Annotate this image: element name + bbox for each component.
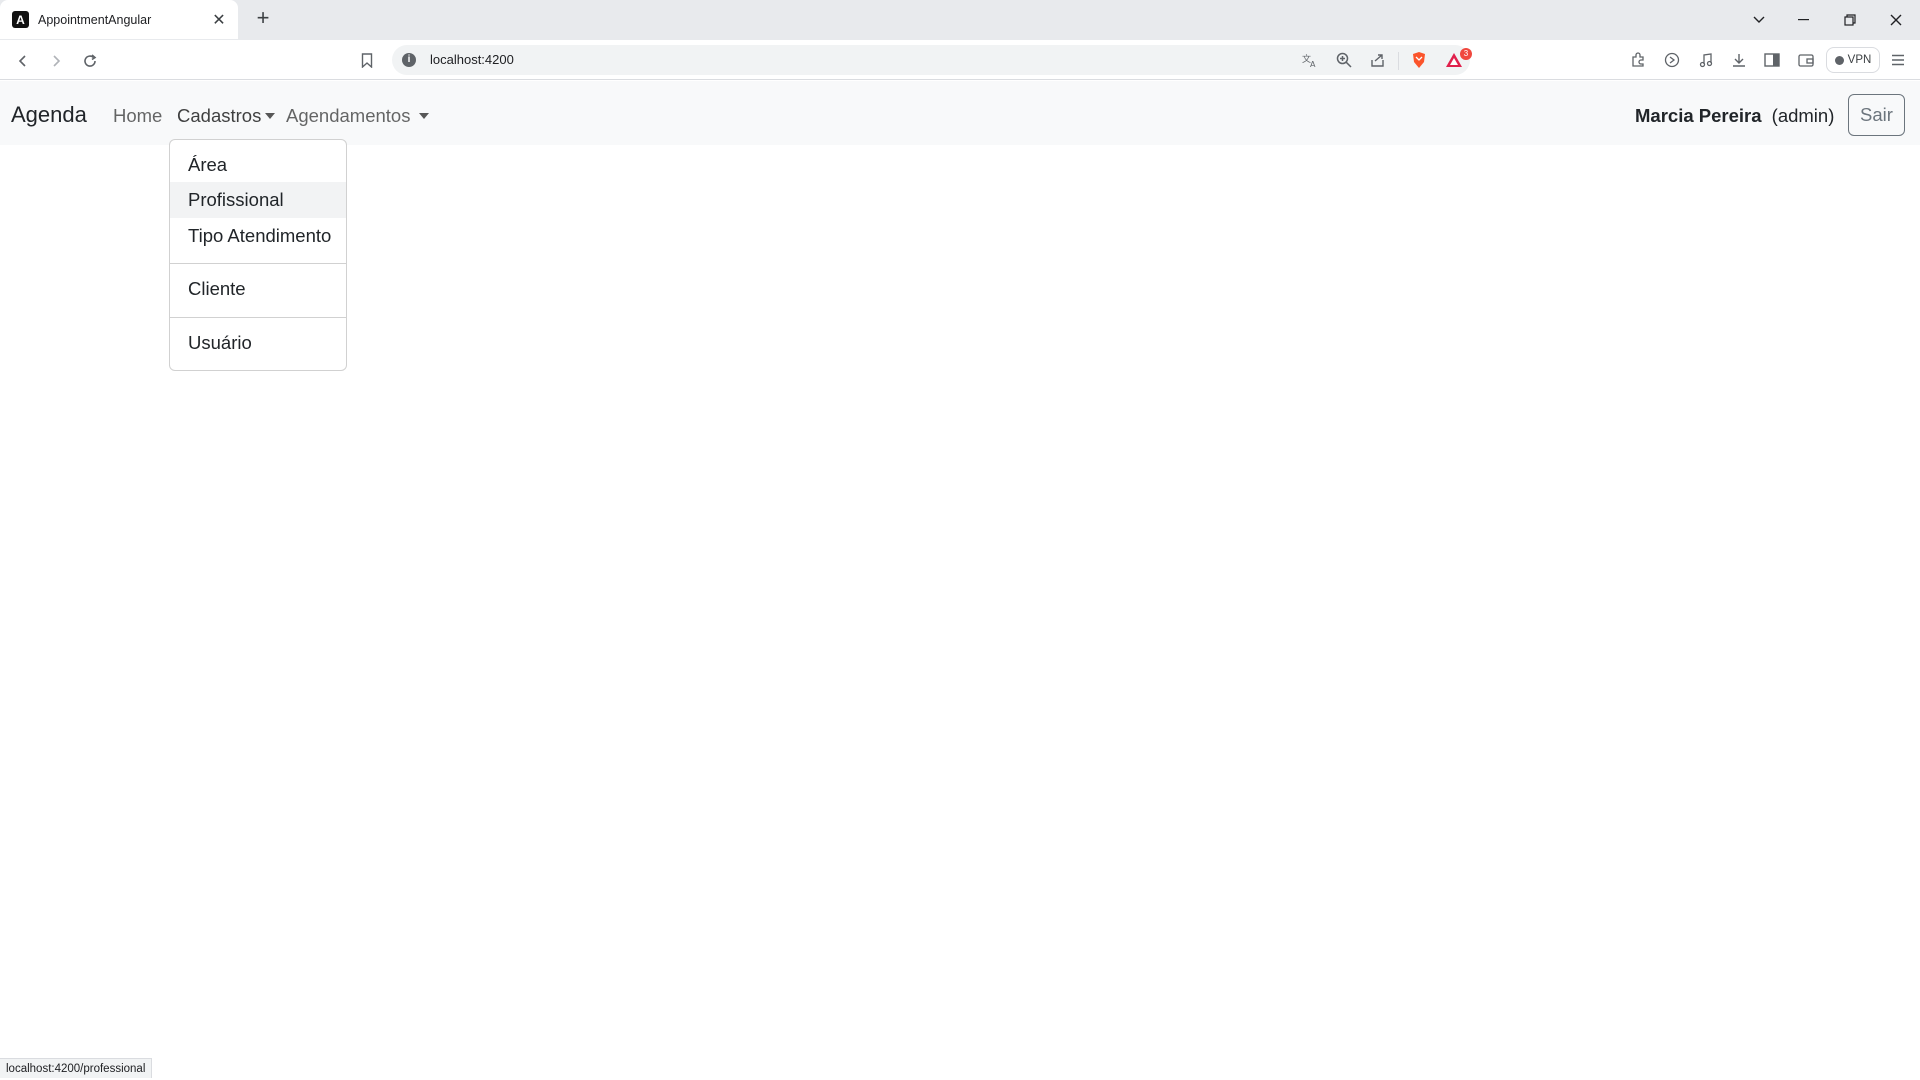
browser-tab[interactable]: A AppointmentAngular ✕ — [0, 0, 238, 39]
link-status-bar: localhost:4200/professional — [0, 1058, 153, 1078]
minimize-icon[interactable] — [1781, 0, 1827, 40]
back-icon[interactable] — [11, 49, 35, 73]
user-info: Marcia Pereira (admin) — [1635, 105, 1834, 127]
angular-favicon-icon: A — [12, 11, 29, 28]
sidebar-icon[interactable] — [1761, 49, 1783, 71]
extensions-icon[interactable] — [1627, 49, 1649, 71]
bookmark-icon[interactable] — [356, 49, 378, 71]
brave-shields-icon[interactable] — [1408, 49, 1430, 71]
nav-cadastros-label: Cadastros — [177, 105, 262, 126]
user-role: (admin) — [1771, 105, 1835, 126]
caret-down-icon — [419, 112, 430, 119]
caret-down-icon — [265, 112, 276, 119]
leo-ai-icon[interactable] — [1661, 49, 1683, 71]
browser-tab-strip: A AppointmentAngular ✕ + — [0, 0, 1920, 40]
dropdown-item-usuario[interactable]: Usuário — [170, 325, 346, 361]
dropdown-item-cliente[interactable]: Cliente — [170, 271, 346, 307]
brand-link[interactable]: Agenda — [11, 102, 87, 128]
vpn-button[interactable]: VPN — [1826, 47, 1880, 73]
user-name: Marcia Pereira — [1635, 105, 1762, 126]
url-text: localhost:4200 — [430, 52, 514, 67]
vpn-status-icon — [1834, 55, 1844, 65]
restore-icon[interactable] — [1827, 0, 1873, 40]
nav-home-link[interactable]: Home — [113, 105, 162, 127]
wallet-icon[interactable] — [1795, 49, 1817, 71]
dropdown-item-area[interactable]: Área — [170, 147, 346, 183]
forward-icon[interactable] — [44, 49, 68, 73]
nav-agendamentos-label: Agendamentos — [286, 105, 411, 126]
app-navbar: Agenda Home Cadastros Agendamentos Marci… — [0, 81, 1920, 145]
share-icon[interactable] — [1367, 49, 1389, 71]
translate-icon[interactable]: 文A — [1299, 49, 1321, 71]
vpn-label: VPN — [1847, 54, 1872, 66]
svg-text:A: A — [1310, 60, 1316, 68]
tab-title: AppointmentAngular — [38, 12, 152, 27]
tab-search-icon[interactable] — [1736, 0, 1782, 40]
dropdown-divider — [170, 263, 346, 264]
toolbar-divider — [1398, 52, 1399, 70]
site-info-icon[interactable]: i — [402, 53, 416, 67]
close-tab-icon[interactable]: ✕ — [210, 10, 228, 30]
zoom-icon[interactable] — [1333, 49, 1355, 71]
nav-agendamentos-dropdown[interactable]: Agendamentos — [286, 105, 430, 127]
rewards-notification-badge: 3 — [1460, 48, 1472, 60]
new-tab-button[interactable]: + — [251, 7, 275, 31]
cadastros-dropdown-menu: Área Profissional Tipo Atendimento Clien… — [169, 139, 347, 371]
browser-toolbar: i localhost:4200 文A VPN — [0, 40, 1920, 80]
download-icon[interactable] — [1728, 49, 1750, 71]
dropdown-item-tipo-atendimento[interactable]: Tipo Atendimento — [170, 218, 346, 254]
dropdown-divider — [170, 317, 346, 318]
nav-cadastros-dropdown[interactable]: Cadastros — [177, 105, 276, 127]
close-window-icon[interactable] — [1873, 0, 1919, 40]
logout-button[interactable]: Sair — [1848, 94, 1905, 136]
reload-icon[interactable] — [78, 49, 102, 73]
dropdown-item-profissional[interactable]: Profissional — [170, 182, 346, 218]
menu-icon[interactable] — [1887, 49, 1909, 71]
media-icon[interactable] — [1695, 49, 1717, 71]
